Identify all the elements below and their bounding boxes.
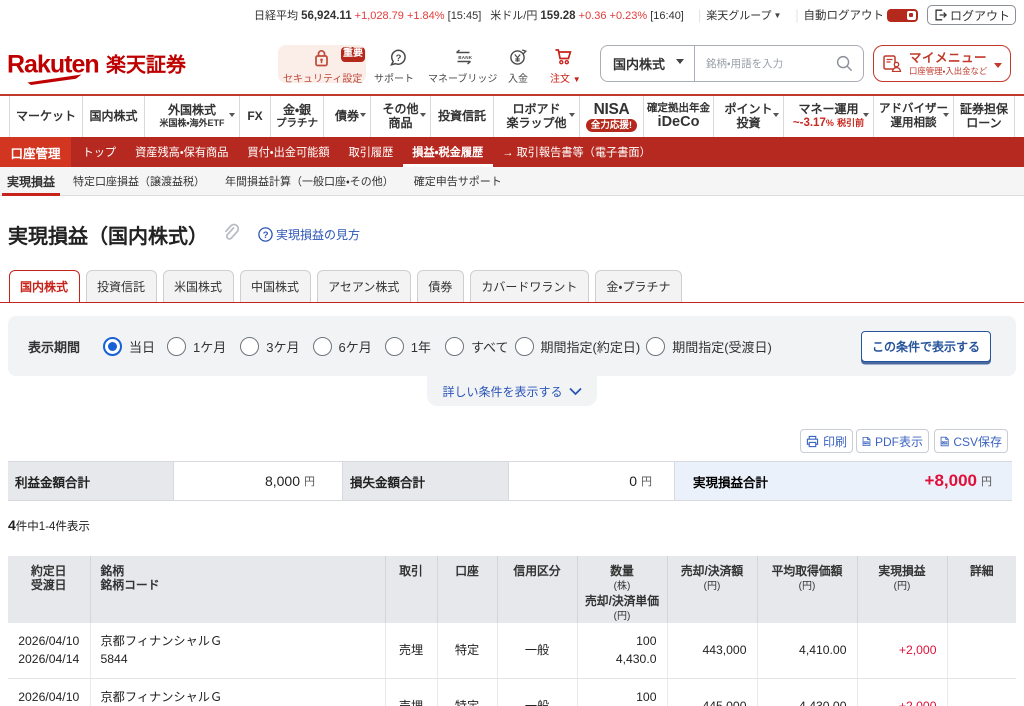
svg-text:楽天証券: 楽天証券 (106, 53, 187, 77)
svg-text:?: ? (263, 230, 269, 241)
svg-text:CSV: CSV (942, 440, 948, 444)
svg-text:PDF: PDF (864, 440, 870, 444)
svg-text:BANK: BANK (458, 55, 472, 60)
svg-text:?: ? (396, 53, 402, 64)
svg-text:Rakuten: Rakuten (7, 51, 99, 79)
